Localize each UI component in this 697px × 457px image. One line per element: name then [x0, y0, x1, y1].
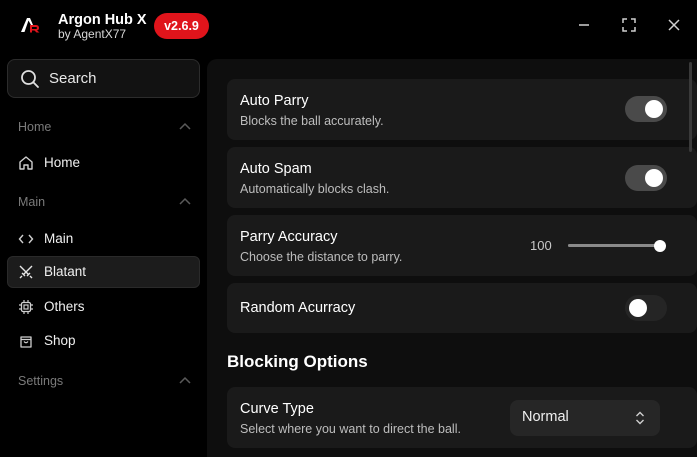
search-input[interactable]: Search: [7, 59, 200, 98]
content-panel: Auto Parry Blocks the ball accurately. A…: [207, 59, 697, 457]
section-label: Settings: [18, 374, 64, 388]
card-title: Auto Parry: [240, 93, 309, 109]
random-accuracy-card: Random Acurracy: [227, 283, 697, 333]
maximize-icon: [622, 18, 636, 32]
section-label: Home: [18, 120, 52, 134]
slider-fill: [568, 244, 660, 247]
card-title: Curve Type: [240, 401, 314, 417]
toggle-knob: [645, 100, 663, 118]
auto-parry-card: Auto Parry Blocks the ball accurately.: [227, 79, 697, 140]
maximize-button[interactable]: [618, 14, 640, 36]
slider-value: 100: [530, 238, 552, 253]
sidebar-item-others[interactable]: Others: [7, 291, 200, 323]
sidebar-item-label: Main: [44, 231, 74, 246]
sidebar-item-home[interactable]: Home: [7, 147, 200, 179]
search-placeholder: Search: [49, 70, 97, 87]
card-description: Automatically blocks clash.: [240, 182, 390, 196]
cpu-icon: [19, 300, 33, 314]
swords-icon: [19, 265, 33, 279]
random-accuracy-toggle[interactable]: [625, 295, 667, 321]
card-description: Choose the distance to parry.: [240, 250, 403, 264]
sidebar-item-label: Shop: [44, 333, 76, 348]
ar-logo-icon: [20, 16, 40, 34]
close-icon: [668, 19, 680, 31]
sidebar-item-blatant[interactable]: Blatant: [7, 256, 200, 288]
content-scrollbar[interactable]: [689, 62, 692, 152]
app-title: Argon Hub X: [58, 12, 147, 28]
chevron-up-icon: [179, 197, 191, 205]
blocking-options-heading: Blocking Options: [227, 352, 368, 371]
toggle-knob: [645, 169, 663, 187]
card-description: Blocks the ball accurately.: [240, 114, 384, 128]
app-subtitle: by AgentX77: [58, 27, 127, 41]
sidebar: Search Home Home Main Main Blatant Other: [0, 52, 207, 457]
search-icon: [21, 70, 39, 88]
toggle-knob: [629, 299, 647, 317]
section-header-settings[interactable]: Settings: [18, 372, 196, 390]
chevron-up-down-icon: [636, 411, 644, 425]
section-header-home[interactable]: Home: [18, 118, 196, 136]
version-badge: v2.6.9: [154, 13, 209, 39]
card-title: Parry Accuracy: [240, 229, 338, 245]
card-title: Auto Spam: [240, 161, 312, 177]
dropdown-selected-value: Normal: [522, 409, 569, 425]
parry-accuracy-card: Parry Accuracy Choose the distance to pa…: [227, 215, 697, 276]
auto-parry-toggle[interactable]: [625, 96, 667, 122]
auto-spam-toggle[interactable]: [625, 165, 667, 191]
house-icon: [19, 156, 33, 170]
chevron-up-icon: [179, 376, 191, 384]
minimize-icon: [579, 24, 589, 26]
sidebar-item-shop[interactable]: Shop: [7, 325, 200, 357]
sidebar-item-label: Others: [44, 299, 85, 314]
minimize-button[interactable]: [573, 14, 595, 36]
shopping-bag-icon: [20, 336, 32, 348]
sidebar-item-label: Blatant: [44, 264, 87, 279]
section-header-main[interactable]: Main: [18, 193, 196, 211]
close-button[interactable]: [663, 14, 685, 36]
title-bar: Argon Hub X by AgentX77 v2.6.9: [0, 0, 697, 52]
slider-thumb[interactable]: [654, 240, 666, 252]
chevron-up-icon: [179, 122, 191, 130]
card-title: Random Acurracy: [240, 300, 356, 316]
sidebar-item-label: Home: [44, 155, 81, 170]
curve-type-dropdown[interactable]: Normal: [510, 400, 660, 436]
code-icon: [18, 234, 34, 244]
auto-spam-card: Auto Spam Automatically blocks clash.: [227, 147, 697, 208]
parry-accuracy-slider[interactable]: [568, 244, 660, 247]
curve-type-card: Curve Type Select where you want to dire…: [227, 387, 697, 448]
card-description: Select where you want to direct the ball…: [240, 422, 461, 436]
sidebar-item-main[interactable]: Main: [7, 223, 200, 255]
section-label: Main: [18, 195, 46, 209]
